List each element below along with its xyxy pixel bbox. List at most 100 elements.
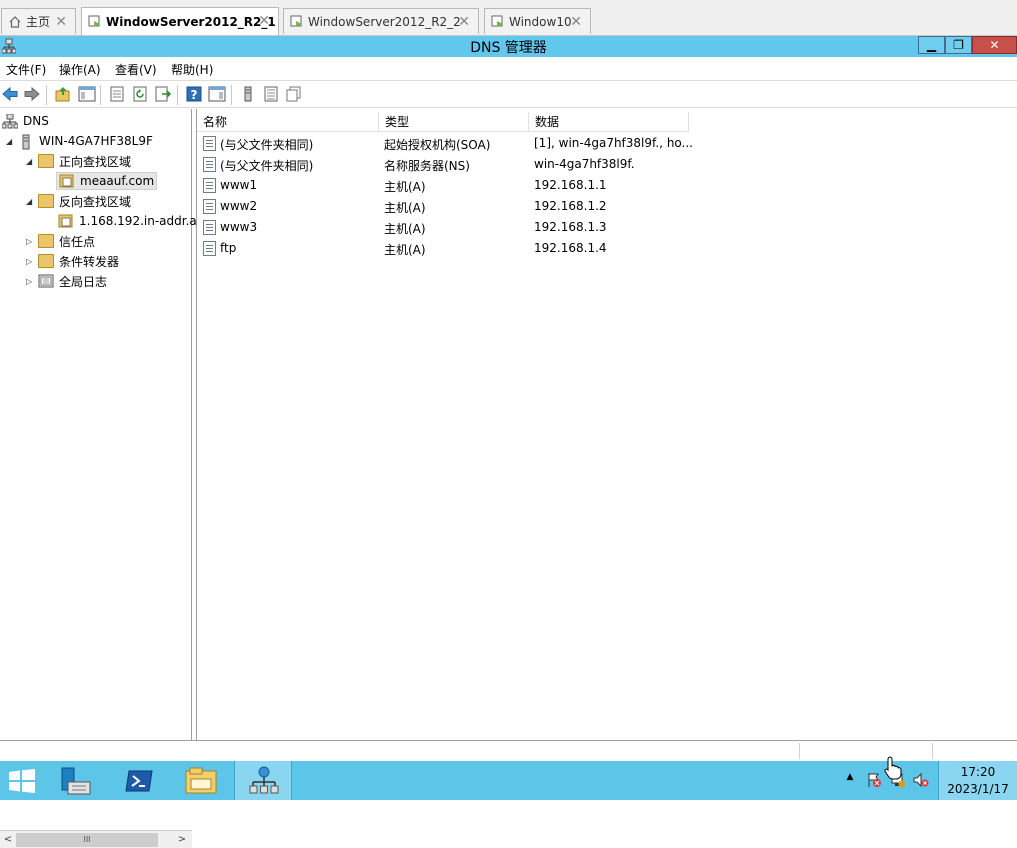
tree-item-global-logs[interactable]: ▷ 全局日志 xyxy=(26,271,107,291)
taskbar-clock[interactable]: 17:20 2023/1/17 xyxy=(938,761,1017,800)
column-header-type[interactable]: 类型 xyxy=(379,112,529,132)
volume-muted-icon[interactable] xyxy=(913,772,929,788)
show-hide-tree-icon[interactable] xyxy=(78,85,96,103)
taskbar-dns-manager[interactable] xyxy=(234,761,292,800)
tab-window10[interactable]: Window10 ✕ xyxy=(484,8,591,34)
status-divider xyxy=(932,743,933,759)
toolbar-separator xyxy=(177,85,178,105)
column-header-name[interactable]: 名称 xyxy=(197,112,379,132)
export-list-icon[interactable] xyxy=(154,85,172,103)
folder-icon xyxy=(38,234,54,248)
menu-file[interactable]: 文件(F) xyxy=(6,61,46,78)
tab-windowserver-2[interactable]: WindowServer2012_R2_2 ✕ xyxy=(283,8,479,34)
record-data: 192.168.1.1 xyxy=(534,178,607,192)
record-data: 192.168.1.4 xyxy=(534,241,607,255)
restore-button[interactable]: ❐ xyxy=(945,36,972,54)
tree-item-reverse-zone[interactable]: 1.168.192.in-addr.a xyxy=(58,211,197,231)
tree-item-meaauf-zone[interactable]: meaauf.com xyxy=(56,171,158,191)
tree-label: 条件转发器 xyxy=(59,254,120,269)
tree-label: WIN-4GA7HF38L9F xyxy=(39,134,153,148)
close-icon[interactable]: ✕ xyxy=(570,14,582,30)
menu-help[interactable]: 帮助(H) xyxy=(171,61,213,78)
folder-icon xyxy=(38,154,54,168)
properties-icon[interactable] xyxy=(108,85,126,103)
scroll-left-icon[interactable]: < xyxy=(0,832,16,848)
help-icon[interactable]: ? xyxy=(185,85,203,103)
tab-home[interactable]: 主页 ✕ xyxy=(1,8,76,34)
refresh-icon[interactable] xyxy=(131,85,149,103)
table-row[interactable]: www2 主机(A) 192.168.1.2 xyxy=(197,196,897,217)
tree-label: 反向查找区域 xyxy=(59,194,132,209)
tab-label: Window10 xyxy=(509,14,572,29)
title-bar[interactable]: DNS 管理器 ▁ ❐ ✕ xyxy=(0,36,1017,57)
tree-horizontal-scrollbar[interactable]: < III > xyxy=(0,830,192,848)
zone-file-icon xyxy=(59,174,75,188)
tree-label: 信任点 xyxy=(59,234,96,249)
show-hidden-icons[interactable]: ▲ xyxy=(842,772,858,788)
event-log-icon xyxy=(38,274,54,288)
menu-view[interactable]: 查看(V) xyxy=(115,61,157,78)
tree-item-forward-zones[interactable]: ◢ 正向查找区域 xyxy=(26,151,131,171)
record-type: 主机(A) xyxy=(384,222,426,236)
clock-time: 17:20 xyxy=(960,765,996,779)
column-header-data[interactable]: 数据 xyxy=(529,112,689,132)
tree-label: 全局日志 xyxy=(59,274,108,289)
record-list: 名称 类型 数据 (与父文件夹相同) 起始授权机构(SOA) [1], win-… xyxy=(196,109,1017,740)
record-icon xyxy=(203,199,216,214)
window-title: DNS 管理器 xyxy=(470,40,547,56)
folder-icon xyxy=(38,254,54,268)
minimize-button[interactable]: ▁ xyxy=(918,36,945,54)
tab-label: WindowServer2012_R2_1 xyxy=(106,14,276,29)
tree-item-dns[interactable]: DNS xyxy=(1,111,49,131)
list-view-icon[interactable] xyxy=(262,85,280,103)
record-icon xyxy=(203,157,216,172)
up-folder-icon[interactable] xyxy=(54,85,72,103)
record-name: www2 xyxy=(220,199,258,213)
close-icon[interactable]: ✕ xyxy=(258,13,270,29)
taskbar-server-manager[interactable] xyxy=(50,761,108,800)
expand-arrow-icon[interactable]: ▷ xyxy=(26,237,38,246)
tree-label: meaauf.com xyxy=(80,174,155,188)
close-button[interactable]: ✕ xyxy=(972,36,1017,54)
tree-selection[interactable]: meaauf.com xyxy=(56,172,158,190)
clock-date: 2023/1/17 xyxy=(947,782,1009,796)
record-data: 192.168.1.3 xyxy=(534,220,607,234)
close-icon[interactable]: ✕ xyxy=(458,14,470,30)
record-name: (与父文件夹相同) xyxy=(220,138,314,152)
tree-item-trust-points[interactable]: ▷ 信任点 xyxy=(26,231,95,251)
vm-icon xyxy=(491,15,505,29)
taskbar-powershell[interactable] xyxy=(109,761,167,800)
collapse-arrow-icon[interactable]: ◢ xyxy=(26,197,38,206)
table-row[interactable]: www3 主机(A) 192.168.1.3 xyxy=(197,217,897,238)
close-icon[interactable]: ✕ xyxy=(55,14,67,30)
forward-arrow-icon[interactable] xyxy=(23,85,41,103)
tree-item-conditional-forwarders[interactable]: ▷ 条件转发器 xyxy=(26,251,119,271)
back-arrow-icon[interactable] xyxy=(1,85,19,103)
record-name: www1 xyxy=(220,178,258,192)
server-icon[interactable] xyxy=(239,85,257,103)
tree-label: 正向查找区域 xyxy=(59,154,132,169)
record-icon xyxy=(203,178,216,193)
collapse-arrow-icon[interactable]: ◢ xyxy=(26,157,38,166)
tree-item-server[interactable]: ◢ WIN-4GA7HF38L9F xyxy=(6,131,153,151)
table-row[interactable]: ftp 主机(A) 192.168.1.4 xyxy=(197,238,897,259)
collapse-arrow-icon[interactable]: ◢ xyxy=(6,137,18,146)
expand-arrow-icon[interactable]: ▷ xyxy=(26,277,38,286)
tab-windowserver-1[interactable]: WindowServer2012_R2_1 ✕ xyxy=(81,7,279,35)
dns-root-icon xyxy=(1,113,19,129)
action-center-icon[interactable] xyxy=(866,772,882,788)
expand-arrow-icon[interactable]: ▷ xyxy=(26,257,38,266)
record-icon xyxy=(203,241,216,256)
record-icon xyxy=(203,220,216,235)
table-row[interactable]: www1 主机(A) 192.168.1.1 xyxy=(197,175,897,196)
taskbar-file-explorer[interactable] xyxy=(172,761,230,800)
tree-item-reverse-zones[interactable]: ◢ 反向查找区域 xyxy=(26,191,131,211)
scroll-thumb[interactable]: III xyxy=(16,833,158,847)
menu-action[interactable]: 操作(A) xyxy=(59,61,101,78)
scroll-right-icon[interactable]: > xyxy=(174,832,190,848)
copy-records-icon[interactable] xyxy=(285,85,303,103)
action-pane-icon[interactable] xyxy=(208,85,226,103)
status-divider xyxy=(799,743,800,759)
table-row[interactable]: (与父文件夹相同) 名称服务器(NS) win-4ga7hf38l9f. xyxy=(197,154,897,175)
table-row[interactable]: (与父文件夹相同) 起始授权机构(SOA) [1], win-4ga7hf38l… xyxy=(197,133,897,154)
